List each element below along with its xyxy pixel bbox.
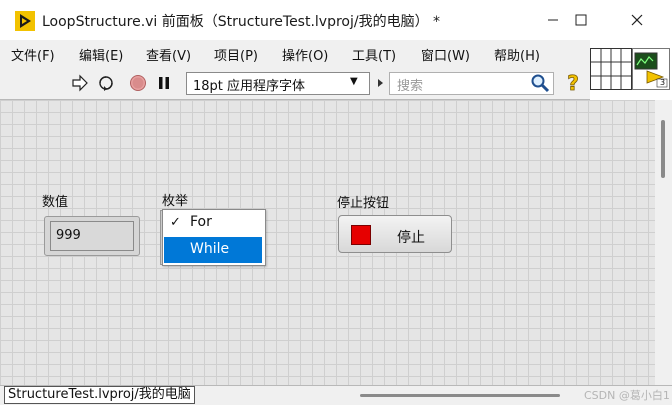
enum-label: 枚举 <box>162 194 189 209</box>
connector-pane-icon[interactable] <box>590 48 632 90</box>
checkmark-icon: ✓ <box>170 215 181 230</box>
abort-icon[interactable] <box>129 74 147 92</box>
vi-icon-number: 3 <box>660 78 666 87</box>
run-continuously-icon[interactable] <box>97 74 115 92</box>
window-title: LoopStructure.vi 前面板（StructureTest.lvpro… <box>42 14 441 30</box>
font-select-value: 18pt 应用程序字体 <box>193 79 306 94</box>
menu-view[interactable]: 查看(V) <box>146 45 191 64</box>
horizontal-scrollbar-thumb[interactable] <box>360 394 560 397</box>
vertical-scrollbar-thumb[interactable] <box>661 120 665 178</box>
menu-operate[interactable]: 操作(O) <box>282 45 328 64</box>
vi-icon[interactable]: 3 <box>632 48 670 90</box>
menu-edit[interactable]: 编辑(E) <box>79 45 123 64</box>
maximize-button[interactable] <box>558 0 604 40</box>
stop-led-icon <box>351 225 371 245</box>
close-button[interactable] <box>614 0 660 40</box>
pause-icon[interactable] <box>155 74 173 92</box>
stop-button-text: 停止 <box>397 230 425 246</box>
numeric-label: 数值 <box>42 195 69 210</box>
maximize-icon <box>575 14 587 26</box>
menu-project[interactable]: 项目(P) <box>214 45 258 64</box>
close-icon <box>631 14 643 26</box>
svg-text:?: ? <box>567 72 579 94</box>
chevron-down-icon: ▼ <box>350 76 358 87</box>
labview-app-icon <box>15 11 35 31</box>
search-icon[interactable] <box>530 73 550 93</box>
search-expand-icon[interactable] <box>378 79 383 87</box>
watermark-text: CSDN @葛小白1 <box>584 389 670 402</box>
enum-option-label: While <box>190 241 230 257</box>
stop-button-label: 停止按钮 <box>337 196 390 211</box>
numeric-value: 999 <box>56 228 81 243</box>
menu-help[interactable]: 帮助(H) <box>494 45 540 64</box>
run-arrow-icon[interactable] <box>71 74 89 92</box>
search-placeholder: 搜索 <box>397 79 424 94</box>
menu-file[interactable]: 文件(F) <box>11 45 55 64</box>
help-icon[interactable]: ? <box>564 71 582 96</box>
project-path: StructureTest.lvproj/我的电脑 <box>4 386 195 404</box>
menu-tools[interactable]: 工具(T) <box>352 45 396 64</box>
menu-window[interactable]: 窗口(W) <box>421 45 470 64</box>
enum-option-label: For <box>190 214 212 230</box>
